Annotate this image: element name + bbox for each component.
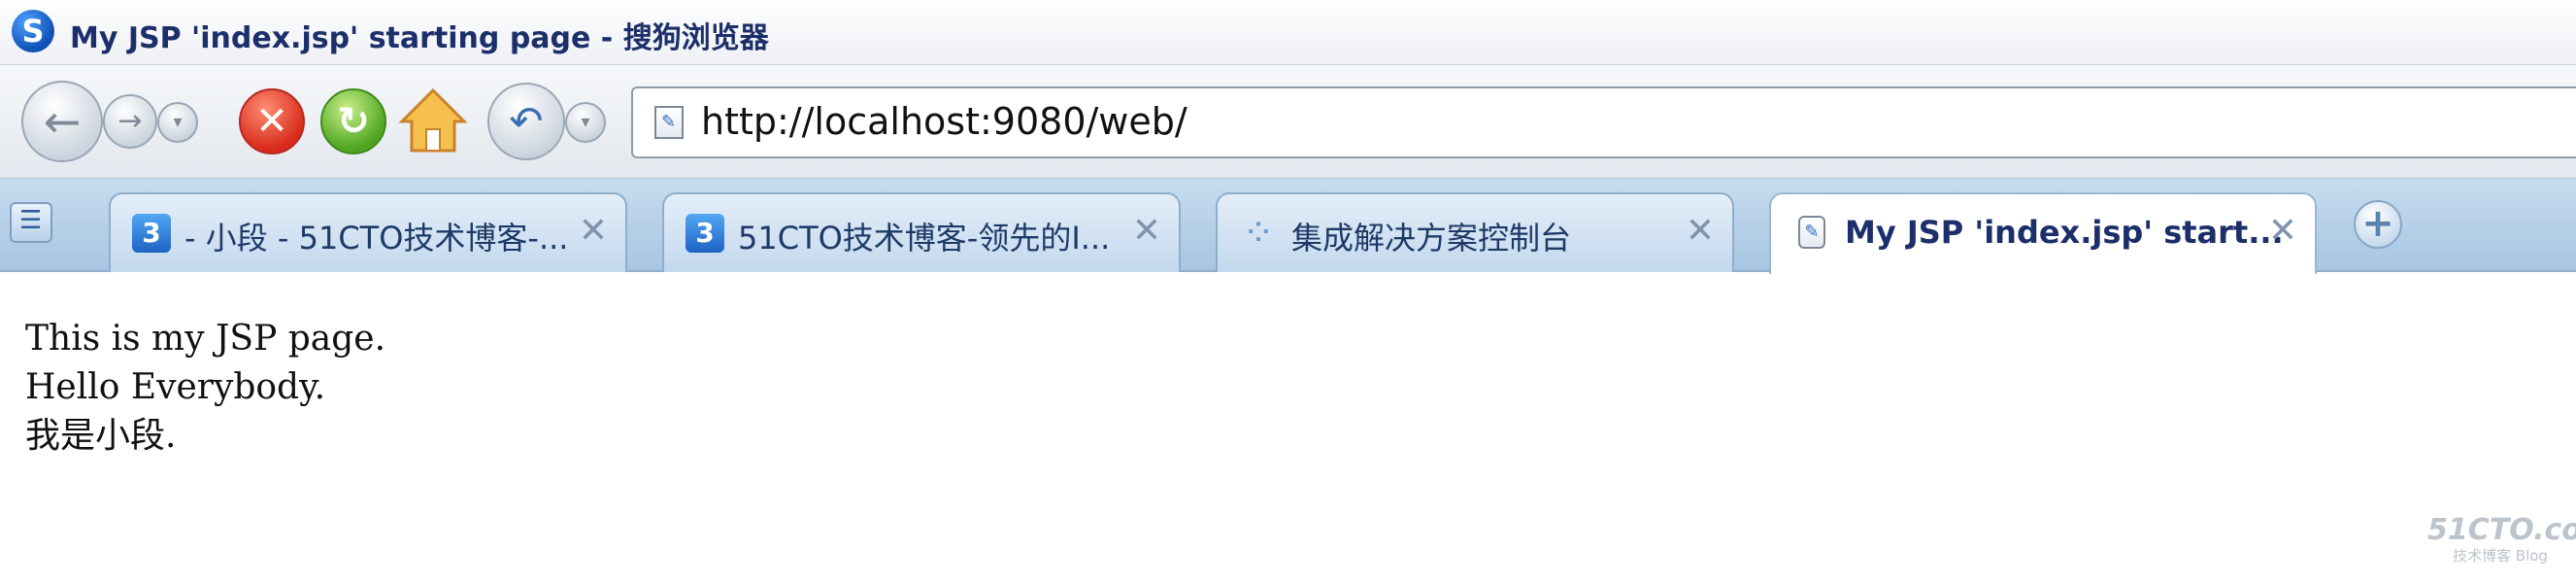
content-line: Hello Everybody. <box>25 367 326 407</box>
plus-icon: + <box>2361 201 2394 246</box>
back-button[interactable]: ← <box>21 81 103 162</box>
site-watermark: 51CTO.com 技术博客 Blog <box>2427 513 2576 566</box>
tab-label: 51CTO技术博客-领先的I... <box>738 220 1111 257</box>
restore-dropdown-button[interactable]: ▾ <box>565 102 606 143</box>
back-arrow-icon: ← <box>43 95 82 148</box>
tab-list-button[interactable]: ☰ <box>10 202 52 243</box>
tab-close-icon[interactable]: ✕ <box>1132 212 1161 251</box>
tab-label: 集成解决方案控制台 <box>1291 220 1572 257</box>
home-button[interactable] <box>398 86 468 154</box>
tab-close-icon[interactable]: ✕ <box>579 212 608 251</box>
title-bar: S My JSP 'index.jsp' starting page - 搜狗浏… <box>0 0 2576 65</box>
51cto-favicon-icon: 3 <box>686 214 724 253</box>
restore-closed-tab-button[interactable]: ↶ <box>487 83 565 160</box>
tab-list-icon: ☰ <box>19 206 43 235</box>
refresh-button[interactable]: ↻ <box>320 88 386 154</box>
tab-xiaoduan-blog[interactable]: 3 - 小段 - 51CTO技术博客-... ✕ <box>109 192 627 272</box>
sogou-browser-logo-icon: S <box>12 10 54 52</box>
url-field[interactable]: http://localhost:9080/web/ <box>701 100 1188 143</box>
forward-button[interactable]: → <box>103 94 157 149</box>
tab-51cto-blog[interactable]: 3 51CTO技术博客-领先的I... ✕ <box>662 192 1181 272</box>
navigation-toolbar: ← → ▾ ✕ ↻ ↶ ▾ ✎ http://localhost:9080/we… <box>0 65 2576 179</box>
new-tab-button[interactable]: + <box>2354 200 2402 249</box>
page-favicon-icon: ✎ <box>1798 216 1825 249</box>
tab-close-icon[interactable]: ✕ <box>2268 212 2297 251</box>
tab-my-jsp-index[interactable]: ✎ My JSP 'index.jsp' start... ✕ <box>1769 192 2317 274</box>
tab-label: - 小段 - 51CTO技术博客-... <box>184 220 569 257</box>
refresh-icon: ↻ <box>337 99 370 144</box>
window-title: My JSP 'index.jsp' starting page - 搜狗浏览器 <box>70 21 769 55</box>
undo-icon: ↶ <box>509 97 544 145</box>
stop-icon: ✕ <box>255 99 288 144</box>
address-bar[interactable]: ✎ http://localhost:9080/web/ <box>631 86 2576 158</box>
forward-arrow-icon: → <box>117 104 143 138</box>
content-line: 我是小段. <box>25 416 177 456</box>
page-content: This is my JSP page. Hello Everybody. 我是… <box>25 315 385 461</box>
content-line: This is my JSP page. <box>25 319 386 359</box>
chevron-down-icon: ▾ <box>173 112 183 132</box>
tab-close-icon[interactable]: ✕ <box>1686 212 1715 251</box>
tab-label: My JSP 'index.jsp' start... <box>1845 214 2284 251</box>
51cto-favicon-icon: 3 <box>132 214 171 253</box>
watermark-sub: 技术博客 Blog <box>2453 547 2548 565</box>
page-icon: ✎ <box>654 106 684 139</box>
loading-spinner-icon: ⁘ <box>1242 211 1275 256</box>
history-dropdown-button[interactable]: ▾ <box>157 102 198 143</box>
home-icon <box>398 87 468 153</box>
tab-bar: ☰ 3 - 小段 - 51CTO技术博客-... ✕ 3 51CTO技术博客-领… <box>0 179 2576 274</box>
stop-button[interactable]: ✕ <box>239 88 305 154</box>
chevron-down-icon: ▾ <box>581 112 590 132</box>
tab-integrated-solutions-console[interactable]: ⁘ 集成解决方案控制台 ✕ <box>1216 192 1734 272</box>
watermark-logo: 51CTO.com <box>2427 513 2576 547</box>
